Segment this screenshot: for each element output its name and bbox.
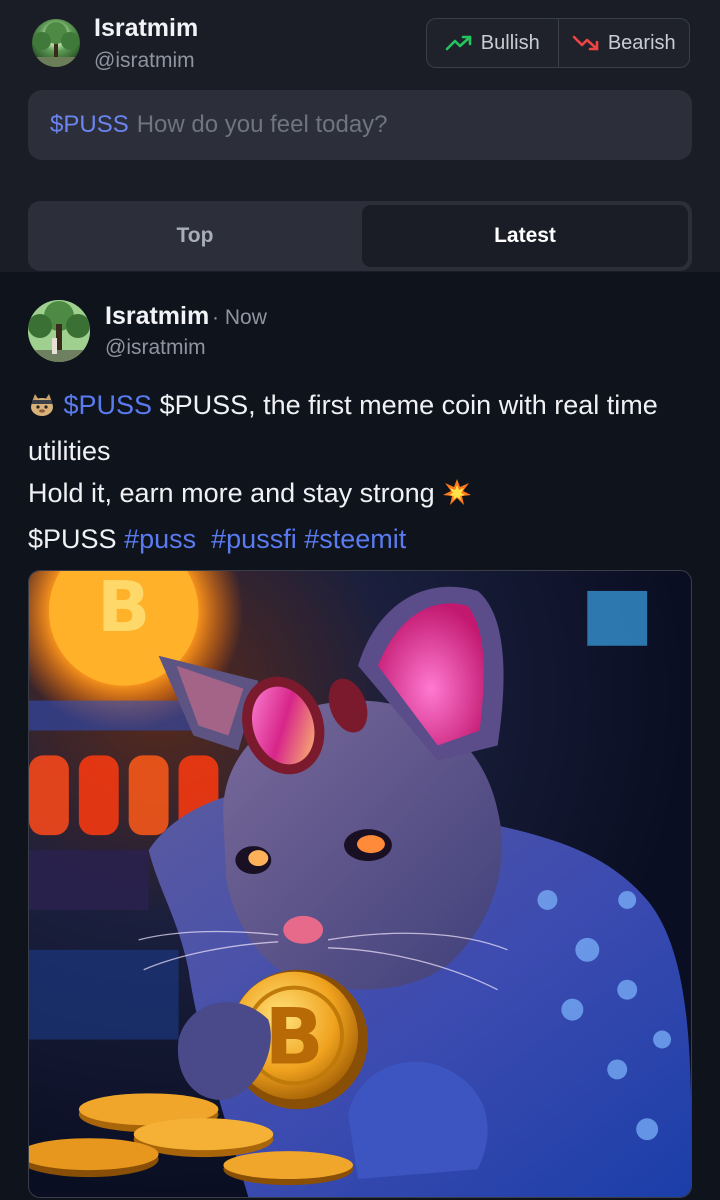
post-author-handle: @isratmim (105, 336, 206, 359)
post-time: Now (224, 306, 267, 329)
post-timestamp: · Now (212, 306, 267, 330)
composer-username: Isratmim (94, 14, 199, 42)
bearish-button[interactable]: Bearish (557, 19, 690, 67)
bullish-label: Bullish (480, 31, 540, 54)
bearish-label: Bearish (607, 31, 676, 54)
user-avatar[interactable] (32, 19, 80, 67)
compose-placeholder: How do you feel today? (136, 111, 388, 138)
trend-up-icon (445, 35, 472, 51)
coin-bitcoin-glyph: B (265, 992, 324, 1082)
trend-down-icon (572, 35, 599, 51)
compose-ticker: $PUSS (50, 111, 129, 138)
collision-emoji-icon (442, 476, 472, 518)
bullish-button[interactable]: Bullish (427, 19, 558, 67)
post-image[interactable]: B B (28, 570, 692, 1198)
composer-handle: @isratmim (94, 49, 195, 72)
composer: Isratmim @isratmim Bullish Bearish $PUSS… (0, 0, 720, 272)
compose-input[interactable]: $PUSS How do you feel today? (28, 90, 692, 160)
post-body: $PUSS $PUSS, the first meme coin with re… (28, 384, 692, 560)
feed-tabs: Top Latest (28, 201, 692, 271)
cat-emoji-icon (28, 388, 56, 430)
tab-top[interactable]: Top (32, 205, 358, 267)
feed: Isratmim · Now @isratmim $PUSS $PUSS, th… (0, 272, 720, 1200)
tab-latest[interactable]: Latest (362, 205, 688, 267)
ticker-link[interactable]: $PUSS (64, 390, 153, 420)
post-text-line2: Hold it, earn more and stay strong (28, 478, 435, 508)
sun-bitcoin-glyph: B (97, 571, 150, 648)
hashtag-pussfi[interactable]: #pussfi (211, 524, 297, 554)
post-author-name[interactable]: Isratmim (105, 302, 209, 331)
time-separator: · (212, 306, 219, 329)
hashtag-steemit[interactable]: #steemit (304, 524, 406, 554)
hashtag-puss[interactable]: #puss (124, 524, 196, 554)
sentiment-toggle: Bullish Bearish (426, 18, 690, 68)
post-ticker-plain: $PUSS (28, 524, 117, 554)
post-author-avatar[interactable] (28, 300, 90, 362)
